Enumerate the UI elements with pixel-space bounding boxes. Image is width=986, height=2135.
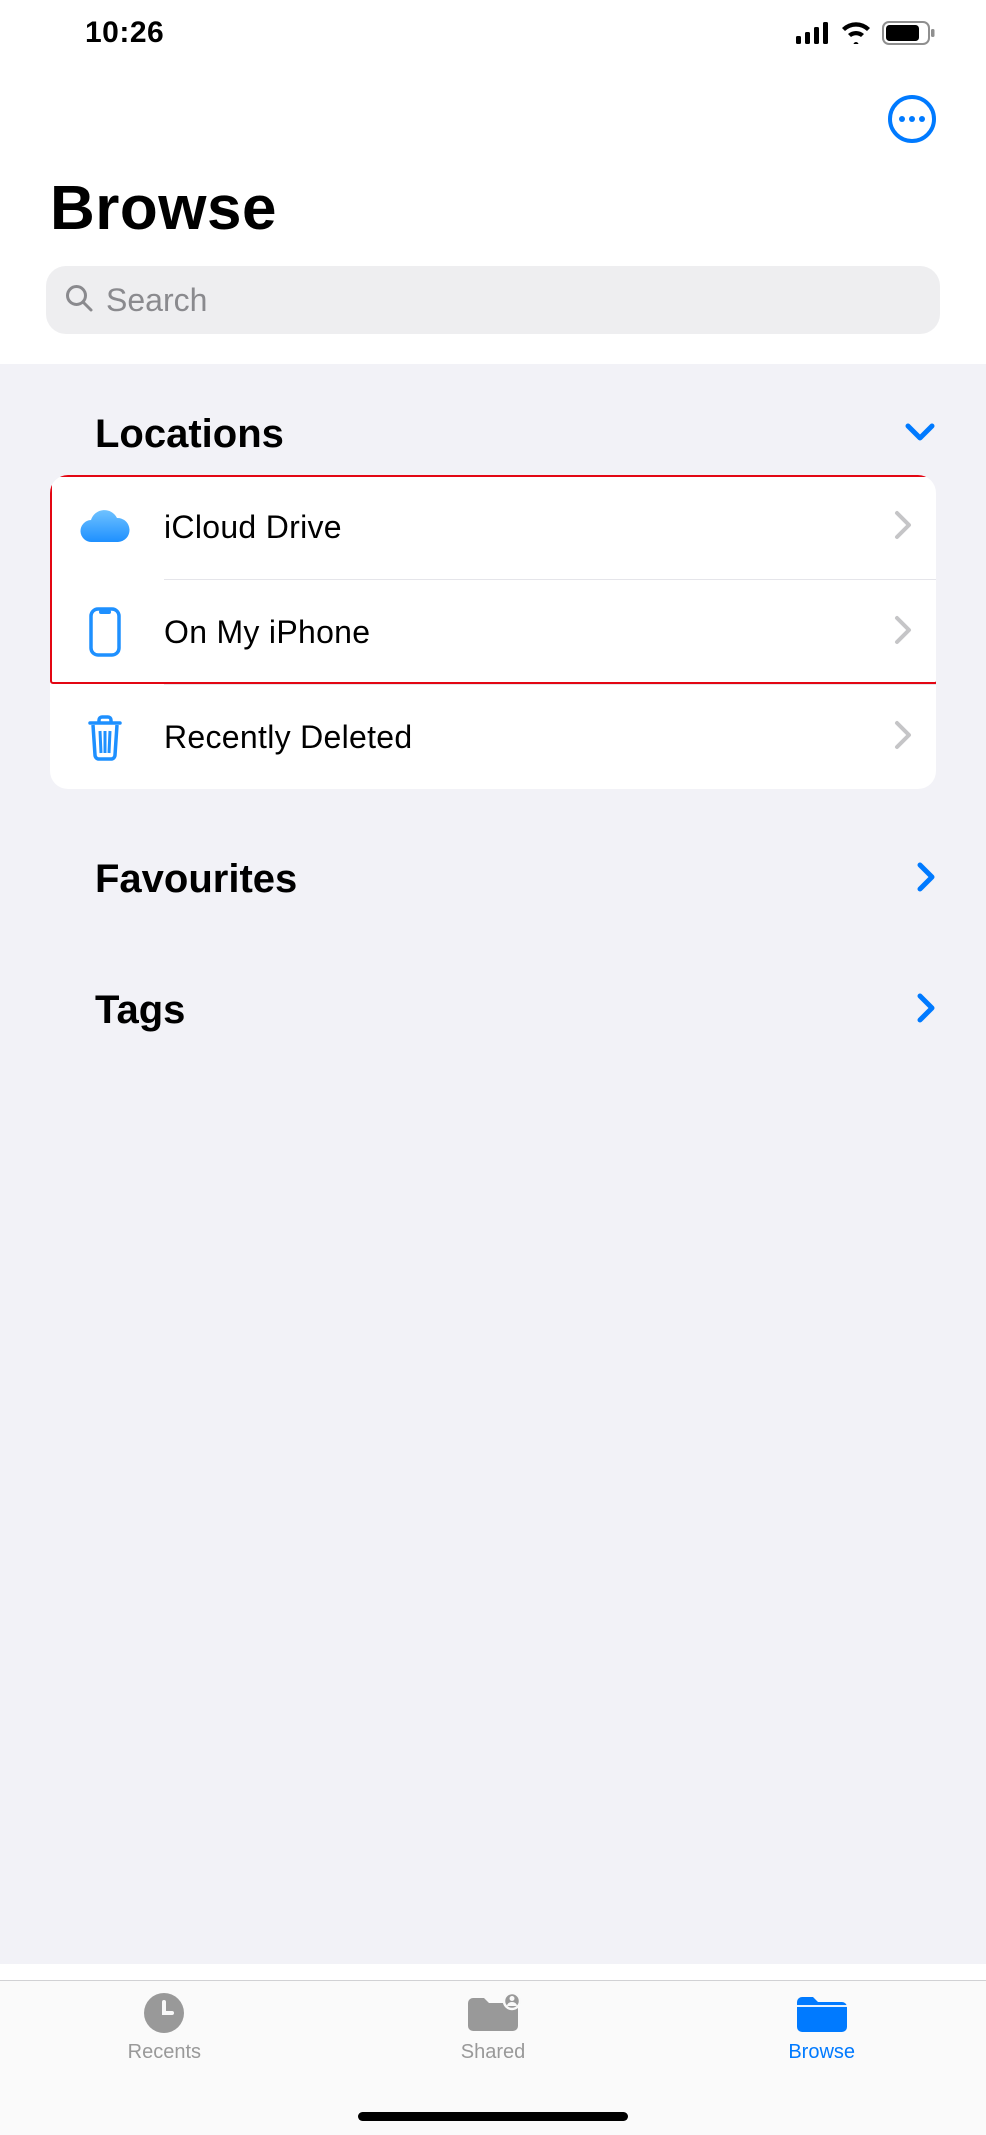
clock-icon: [142, 1991, 186, 2035]
wifi-icon: [840, 22, 872, 44]
tab-browse[interactable]: Browse: [657, 1991, 986, 2135]
chevron-right-icon: [894, 720, 912, 755]
favourites-title: Favourites: [95, 857, 297, 902]
more-options-button[interactable]: [888, 95, 936, 143]
iphone-icon: [74, 601, 136, 663]
tab-recents[interactable]: Recents: [0, 1991, 329, 2135]
header: Browse: [0, 65, 986, 364]
tags-header[interactable]: Tags: [0, 970, 986, 1051]
search-bar[interactable]: [46, 266, 940, 334]
location-item-icloud-drive[interactable]: iCloud Drive: [50, 475, 936, 579]
list-item-label: On My iPhone: [164, 614, 894, 651]
chevron-right-icon: [916, 992, 936, 1029]
shared-folder-icon: [465, 1991, 521, 2035]
locations-title: Locations: [95, 412, 284, 457]
page-title: Browse: [50, 173, 936, 244]
chevron-right-icon: [894, 510, 912, 545]
search-icon: [64, 283, 94, 318]
list-item-label: Recently Deleted: [164, 719, 894, 756]
tags-title: Tags: [95, 988, 185, 1033]
chevron-right-icon: [916, 861, 936, 898]
search-input[interactable]: [106, 282, 922, 319]
folder-icon: [794, 1991, 850, 2035]
favourites-header[interactable]: Favourites: [0, 839, 986, 920]
battery-icon: [882, 21, 936, 45]
chevron-down-icon: [904, 422, 936, 447]
content: Locations iCloud Dri: [0, 364, 986, 1964]
tab-label: Recents: [128, 2041, 201, 2064]
status-time: 10:26: [85, 16, 164, 50]
chevron-right-icon: [894, 615, 912, 650]
status-bar: 10:26: [0, 0, 986, 65]
home-indicator[interactable]: [358, 2112, 628, 2121]
tab-label: Shared: [461, 2041, 526, 2064]
locations-header[interactable]: Locations: [0, 394, 986, 475]
status-icons: [796, 21, 936, 45]
location-item-on-my-iphone[interactable]: On My iPhone: [50, 580, 936, 684]
cellular-signal-icon: [796, 22, 830, 44]
trash-icon: [74, 706, 136, 768]
list-item-label: iCloud Drive: [164, 509, 894, 546]
tab-label: Browse: [788, 2041, 855, 2064]
location-item-recently-deleted[interactable]: Recently Deleted: [50, 685, 936, 789]
icloud-icon: [74, 496, 136, 558]
locations-list: iCloud Drive On My iPhone: [50, 475, 936, 789]
